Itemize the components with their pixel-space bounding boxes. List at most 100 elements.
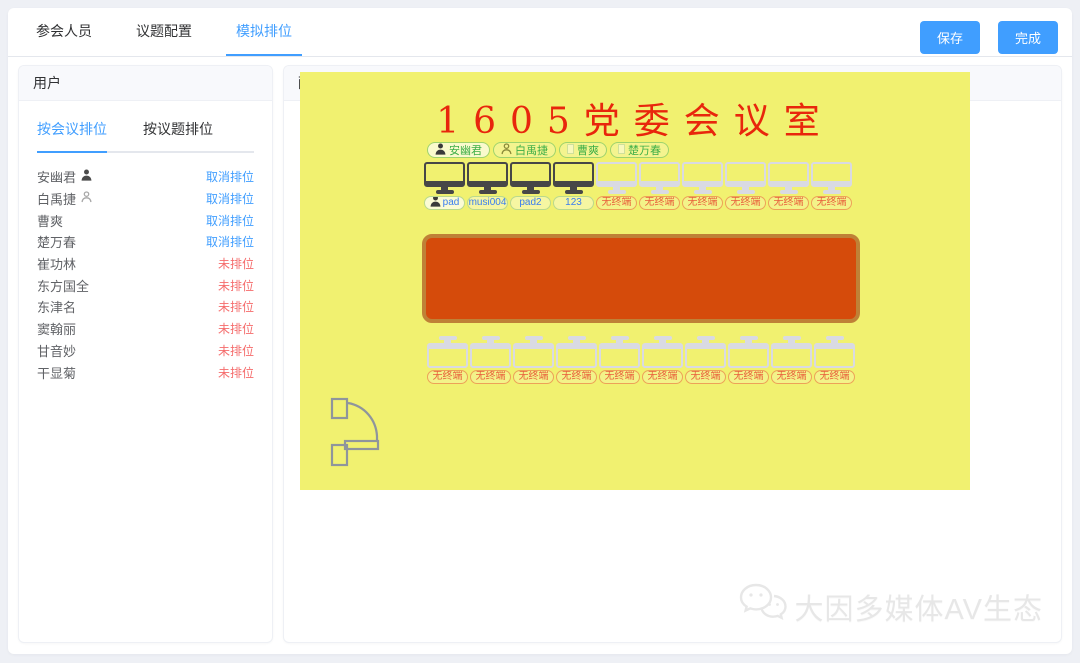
terminal-tag[interactable]: 无终端 (768, 196, 809, 210)
placeholder-icon (567, 144, 574, 154)
terminal-tag[interactable]: 无终端 (639, 196, 680, 210)
monitor-icon (467, 162, 508, 194)
tab-by-meeting[interactable]: 按会议排位 (37, 115, 107, 153)
seat-name-tag[interactable]: 白禹捷 (493, 142, 556, 158)
monitor-icon (725, 162, 766, 194)
terminal-tag[interactable]: pad2 (510, 196, 551, 210)
seat[interactable]: 无终端 (768, 162, 809, 210)
cancel-seat-link[interactable]: 取消排位 (206, 212, 254, 229)
terminal-tag[interactable]: 无终端 (513, 370, 554, 384)
tab-topic-config[interactable]: 议题配置 (126, 5, 202, 56)
monitor-icon (599, 336, 640, 368)
user-name: 曹爽 (37, 211, 63, 230)
conference-table[interactable] (422, 234, 860, 323)
list-item: 崔功林未排位 (37, 253, 254, 275)
terminal-tag[interactable]: 无终端 (771, 370, 812, 384)
seat-name-label: 曹爽 (577, 142, 599, 158)
door-icon (325, 392, 385, 473)
terminal-label: 123 (565, 197, 582, 209)
cancel-seat-link[interactable]: 取消排位 (206, 190, 254, 207)
tab-participants[interactable]: 参会人员 (26, 5, 102, 56)
terminal-tag[interactable]: 无终端 (427, 370, 468, 384)
tab-by-topic[interactable]: 按议题排位 (143, 115, 213, 153)
seat[interactable]: 无终端 (470, 336, 511, 384)
terminal-label: 无终端 (777, 371, 807, 383)
unseated-status: 未排位 (218, 277, 254, 294)
list-item: 曹爽 取消排位 (37, 209, 254, 231)
monitor-icon (814, 336, 855, 368)
terminal-label: 无终端 (519, 371, 549, 383)
seat[interactable]: 无终端 (599, 336, 640, 384)
terminal-tag[interactable]: 无终端 (811, 196, 852, 210)
seat[interactable]: 无终端 (513, 336, 554, 384)
user-name: 窦翰丽 (37, 319, 76, 338)
terminal-label: 无终端 (688, 197, 718, 209)
terminal-tag[interactable]: 无终端 (725, 196, 766, 210)
terminal-tag[interactable]: 无终端 (556, 370, 597, 384)
watermark: 大因多媒体AV生态 (738, 582, 1043, 632)
tab-simulated-seating[interactable]: 模拟排位 (226, 5, 302, 56)
terminal-label: 无终端 (691, 371, 721, 383)
terminal-tag[interactable]: 无终端 (470, 370, 511, 384)
terminal-tag[interactable]: 无终端 (685, 370, 726, 384)
terminal-label: musi004 (469, 197, 507, 209)
terminal-label: 无终端 (820, 371, 850, 383)
seat[interactable]: 无终端 (685, 336, 726, 384)
cancel-seat-link[interactable]: 取消排位 (206, 233, 254, 250)
meeting-room-canvas[interactable]: 1605党委会议室 安幽君白禹捷 曹爽楚万春 pad musi004pad2 123 无… (300, 72, 970, 490)
user-name: 白禹捷 (37, 189, 92, 208)
seat-name-tag[interactable]: 楚万春 (610, 142, 669, 158)
seat-name-tag[interactable]: 曹爽 (559, 142, 607, 158)
done-button[interactable]: 完成 (998, 21, 1058, 54)
seat[interactable]: 无终端 (556, 336, 597, 384)
terminal-tag[interactable]: 无终端 (728, 370, 769, 384)
terminal-tag[interactable]: pad (424, 196, 465, 210)
terminal-label: 无终端 (731, 197, 761, 209)
terminal-label: 无终端 (433, 371, 463, 383)
list-item: 东方国全未排位 (37, 274, 254, 296)
list-item: 白禹捷 取消排位 (37, 188, 254, 210)
seat[interactable]: 无终端 (814, 336, 855, 384)
seat[interactable]: 无终端 (682, 162, 723, 210)
user-panel: 用户 按会议排位 按议题排位 安幽君取消排位白禹捷取消排位曹爽取消排位楚万春取消… (18, 65, 273, 643)
save-button[interactable]: 保存 (920, 21, 980, 54)
seat[interactable]: 无终端 (728, 336, 769, 384)
seat[interactable]: 无终端 (596, 162, 637, 210)
monitor-icon (728, 336, 769, 368)
seat-name-label: 安幽君 (449, 142, 482, 158)
seat-name-tag[interactable]: 安幽君 (427, 142, 490, 158)
terminal-tag[interactable]: 无终端 (599, 370, 640, 384)
terminal-label: pad (443, 197, 460, 209)
terminal-label: 无终端 (734, 371, 764, 383)
seat[interactable]: 无终端 (725, 162, 766, 210)
seat[interactable]: musi004 (467, 162, 508, 210)
terminal-label: 无终端 (648, 371, 678, 383)
terminal-tag[interactable]: 无终端 (682, 196, 723, 210)
room-title: 1605党委会议室 (300, 92, 970, 144)
person-icon (430, 196, 441, 210)
terminal-tag[interactable]: musi004 (467, 196, 508, 210)
terminal-tag[interactable]: 无终端 (814, 370, 855, 384)
seat[interactable]: 无终端 (642, 336, 683, 384)
seat[interactable]: 无终端 (771, 336, 812, 384)
terminal-tag[interactable]: 无终端 (596, 196, 637, 210)
unseated-status: 未排位 (218, 342, 254, 359)
seat[interactable]: 123 (553, 162, 594, 210)
seat-name-tags: 安幽君白禹捷 曹爽楚万春 (427, 142, 669, 158)
placeholder-icon (618, 144, 625, 154)
seat[interactable]: 无终端 (811, 162, 852, 210)
monitor-icon (642, 336, 683, 368)
seat[interactable]: 无终端 (639, 162, 680, 210)
seat[interactable]: pad2 (510, 162, 551, 210)
terminal-tag[interactable]: 无终端 (642, 370, 683, 384)
terminal-label: 无终端 (476, 371, 506, 383)
user-list: 安幽君取消排位白禹捷取消排位曹爽取消排位楚万春取消排位崔功林未排位东方国全未排位… (37, 166, 254, 383)
user-name: 干显菊 (37, 363, 76, 382)
terminal-tag[interactable]: 123 (553, 196, 594, 210)
list-item: 楚万春取消排位 (37, 231, 254, 253)
seat[interactable]: 无终端 (427, 336, 468, 384)
cancel-seat-link[interactable]: 取消排位 (206, 168, 254, 185)
person-icon (435, 143, 446, 158)
list-item: 窦翰丽未排位 (37, 318, 254, 340)
seat[interactable]: pad (424, 162, 465, 210)
